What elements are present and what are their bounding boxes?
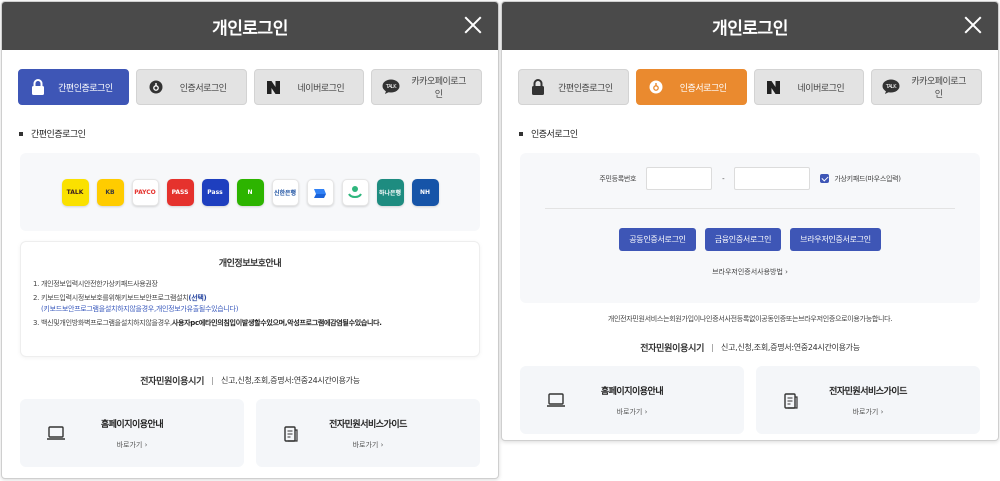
naver-icon: [765, 78, 783, 96]
homepage-guide-card[interactable]: 홈페이지이용안내 바로가기 ›: [20, 399, 244, 467]
certificate-login-modal: 개인로그인 간편인증로그인 인증서로그인 네이버로그인 TALK 카카오페이로그…: [501, 1, 999, 441]
auth-app-pass-blue-icon[interactable]: Pass: [201, 178, 229, 206]
certificate-icon: [147, 78, 165, 96]
section-title: 간편인증로그인: [2, 127, 498, 140]
auth-app-payco-icon[interactable]: PAYCO: [131, 178, 159, 206]
privacy-notice: 개인정보보호안내 1. 개인정보입력시안전한가상키패드사용권장 2. 키보드입력…: [20, 241, 480, 357]
login-buttons: 공동인증서로그인 금융인증서로그인 브라우저인증서로그인: [520, 228, 980, 251]
service-hours-desc: 신고,신청,조회,증명서:연중24시간이용가능: [721, 343, 860, 352]
tab-label: 네이버로그인: [797, 83, 845, 94]
auth-app-kb-icon[interactable]: KB: [96, 178, 124, 206]
auth-app-shinhan-icon[interactable]: 신한은행: [271, 178, 299, 206]
privacy-title: 개인정보보호안내: [218, 259, 282, 269]
rrn-label: 주민등록번호: [599, 174, 637, 183]
privacy-item-1: 1. 개인정보입력시안전한가상키패드사용권장: [33, 280, 158, 288]
login-tabs: 간편인증로그인 인증서로그인 네이버로그인 TALK 카카오페이로그인: [2, 50, 498, 105]
service-hours-title: 전자민원이용시기: [140, 377, 205, 387]
tab-label: 카카오페이로그인: [411, 77, 466, 100]
service-hours-desc: 신고,신청,조회,증명서:연중24시간이용가능: [221, 376, 360, 385]
tab-label: 카카오페이로그인: [911, 77, 966, 100]
divider: [545, 208, 955, 209]
rrn-row: 주민등록번호 - 가상키패드(마우스입력): [520, 167, 980, 190]
auth-app-toss-icon[interactable]: [306, 178, 334, 206]
bullet-icon: [19, 131, 23, 136]
tab-simple-auth[interactable]: 간편인증로그인: [18, 69, 129, 105]
homepage-guide-card[interactable]: 홈페이지이용안내 바로가기 ›: [520, 366, 744, 434]
financial-certificate-login-button[interactable]: 금융인증서로그인: [704, 228, 782, 251]
guide-cards: 홈페이지이용안내 바로가기 › 전자민원서비스가이드 바로가기 ›: [20, 399, 480, 467]
login-tabs: 간편인증로그인 인증서로그인 네이버로그인 TALK 카카오페이로그인: [502, 50, 998, 105]
laptop-icon: [546, 392, 566, 410]
kakaotalk-icon: TALK: [882, 78, 900, 96]
bullet-icon: [519, 131, 523, 136]
privacy-item-3: 3. 백신및개인방화벽프로그램을설치하지않을경우,사용자pc에타인의침입이발생할…: [33, 318, 467, 329]
document-icon: [782, 392, 802, 410]
tab-certificate[interactable]: 인증서로그인: [135, 69, 247, 105]
service-hours-title: 전자민원이용시기: [640, 344, 705, 354]
divider: [212, 376, 214, 385]
privacy-item-2-text: 2. 키보드입력시정보보호를위해키보드보안프로그램설치: [33, 294, 189, 302]
kakaotalk-icon: TALK: [382, 78, 400, 96]
naver-icon: [265, 78, 283, 96]
tab-label: 간편인증로그인: [558, 83, 613, 94]
service-guide-card[interactable]: 전자민원서비스가이드 바로가기 ›: [756, 366, 980, 434]
rrn-front-input[interactable]: [646, 167, 713, 190]
tab-kakaopay[interactable]: TALK 카카오페이로그인: [871, 69, 982, 105]
auth-app-samsungpass-icon[interactable]: [341, 178, 369, 206]
section-title-text: 인증서로그인: [531, 130, 578, 140]
tab-simple-auth[interactable]: 간편인증로그인: [518, 69, 629, 105]
section-title-text: 간편인증로그인: [31, 130, 86, 140]
service-hours: 전자민원이용시기 신고,신청,조회,증명서:연중24시간이용가능: [2, 374, 498, 387]
divider: [712, 343, 714, 352]
lock-icon: [29, 78, 47, 96]
tab-kakaopay[interactable]: TALK 카카오페이로그인: [371, 69, 482, 105]
document-icon: [282, 425, 302, 443]
privacy-item-3-text: 3. 백신및개인방화벽프로그램을설치하지않을경우,: [33, 319, 172, 327]
optional-link[interactable]: (선택): [188, 294, 206, 302]
modal-title: 개인로그인: [212, 18, 288, 39]
tab-label: 인증서로그인: [179, 83, 227, 94]
tab-label: 인증서로그인: [679, 83, 727, 94]
laptop-icon: [46, 425, 66, 443]
auth-app-nh-icon[interactable]: NH: [411, 178, 439, 206]
svg-text:TALK: TALK: [885, 84, 897, 90]
browser-certificate-login-button[interactable]: 브라우저인증서로그인: [790, 228, 881, 251]
tab-naver[interactable]: 네이버로그인: [753, 69, 865, 105]
auth-app-hana-icon[interactable]: 하나은행: [376, 178, 404, 206]
rrn-dash: -: [722, 174, 725, 183]
guide-cards: 홈페이지이용안내 바로가기 › 전자민원서비스가이드 바로가기 ›: [520, 366, 980, 434]
virtual-keypad-label: 가상키패드(마우스입력): [834, 174, 901, 183]
svg-text:TALK: TALK: [385, 84, 397, 90]
service-notice: 개인전자민원서비스는회원가입이나인증서사전등록없이공동인증또는브라우저인증으로이…: [607, 315, 893, 323]
privacy-item-2-sub: (키보드보안프로그램을설치하지않을경우,개인정보가유출될수있습니다): [41, 305, 239, 313]
tab-certificate[interactable]: 인증서로그인: [635, 69, 747, 105]
auth-app-kakaotalk-icon[interactable]: TALK: [61, 178, 89, 206]
auth-app-naver-icon[interactable]: N: [236, 178, 264, 206]
close-icon[interactable]: [962, 14, 984, 36]
certificate-form: 주민등록번호 - 가상키패드(마우스입력) 공동인증서로그인 금융인증서로그인 …: [520, 153, 980, 303]
service-hours: 전자민원이용시기 신고,신청,조회,증명서:연중24시간이용가능: [502, 341, 998, 354]
rrn-back-input[interactable]: [734, 167, 811, 190]
modal-title: 개인로그인: [712, 18, 788, 39]
close-icon[interactable]: [462, 14, 484, 36]
simple-auth-login-modal: 개인로그인 간편인증로그인 인증서로그인 네이버로그인 TALK 카카오페이로그…: [1, 1, 499, 479]
auth-app-pass-red-icon[interactable]: PASS: [166, 178, 194, 206]
certificate-icon: [647, 78, 665, 96]
privacy-item-2: 2. 키보드입력시정보보호를위해키보드보안프로그램설치(선택) (키보드보안프로그…: [33, 293, 467, 315]
tab-naver[interactable]: 네이버로그인: [253, 69, 365, 105]
lock-icon: [529, 78, 547, 96]
modal-header: 개인로그인: [2, 2, 498, 50]
virtual-keypad-checkbox[interactable]: [820, 174, 830, 183]
modal-header: 개인로그인: [502, 2, 998, 50]
tab-label: 네이버로그인: [297, 83, 345, 94]
service-guide-card[interactable]: 전자민원서비스가이드 바로가기 ›: [256, 399, 480, 467]
joint-certificate-login-button[interactable]: 공동인증서로그인: [619, 228, 696, 251]
privacy-item-3-bold: 사용자pc에타인의침입이발생할수있으며,악성프로그램에감염될수있습니다.: [171, 319, 382, 327]
section-title: 인증서로그인: [502, 127, 998, 140]
auth-app-list: TALK KB PAYCO PASS Pass N 신한은행 하나은행 NH: [20, 153, 480, 231]
tab-label: 간편인증로그인: [58, 83, 113, 94]
browser-certificate-help-link[interactable]: 브라우저인증서사용방법 ›: [520, 267, 980, 277]
